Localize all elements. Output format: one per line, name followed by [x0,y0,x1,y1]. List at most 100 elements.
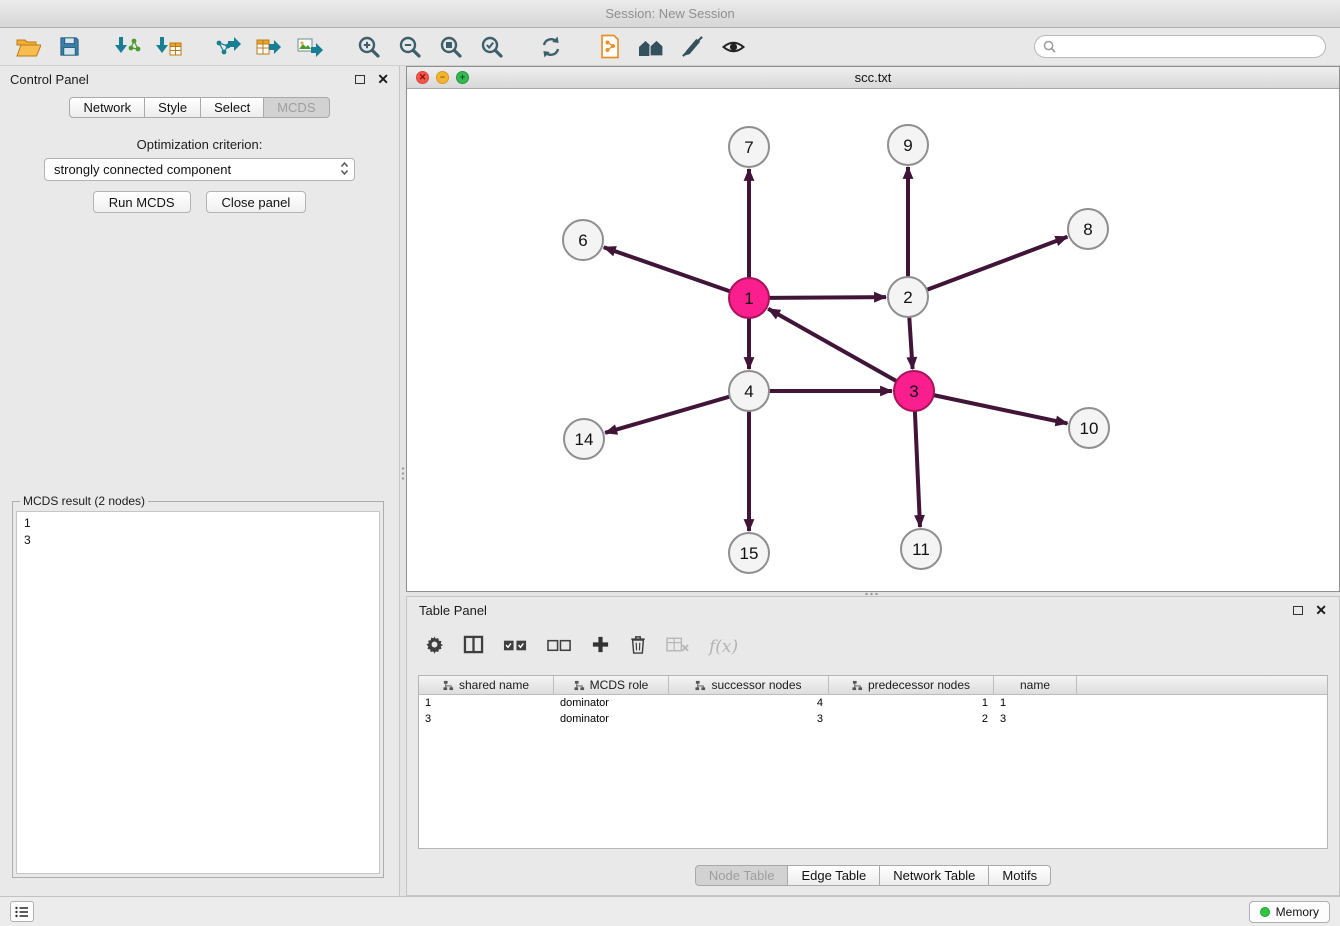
toolbar-separator [574,32,587,62]
table-cell[interactable]: dominator [554,695,669,711]
tab-node-table[interactable]: Node Table [695,865,789,886]
graph-edge-1-6[interactable] [604,247,730,291]
graph-node-10[interactable]: 10 [1069,408,1109,448]
graph-edge-2-8[interactable] [927,237,1068,290]
float-panel-icon[interactable] [1293,606,1303,615]
graph-edge-1-2[interactable] [769,297,886,298]
function-builder-button[interactable]: f(x) [709,637,738,657]
sort-icon [852,680,863,691]
graph-node-3[interactable]: 3 [894,371,934,411]
optimization-criterion-label: Optimization criterion: [0,137,399,152]
control-panel-title: Control Panel [10,72,89,87]
table-cell[interactable]: 1 [419,695,554,711]
splitter-grip[interactable] [401,466,405,480]
open-session-button[interactable] [10,32,46,62]
search-box[interactable] [1034,35,1326,58]
graph-node-8[interactable]: 8 [1068,209,1108,249]
graph-node-1[interactable]: 1 [729,278,769,318]
table-cell[interactable]: dominator [554,711,669,727]
graph-node-9[interactable]: 9 [888,125,928,165]
run-mcds-button[interactable]: Run MCDS [93,191,191,213]
column-header-successor-nodes[interactable]: successor nodes [669,676,829,695]
graph-node-4[interactable]: 4 [729,371,769,411]
table-row[interactable]: 1dominator411 [419,695,1327,711]
tab-style[interactable]: Style [145,97,201,118]
graph-node-7[interactable]: 7 [729,127,769,167]
column-header-shared-name[interactable]: shared name [419,676,554,695]
delete-table-button[interactable] [666,636,690,659]
column-header-name[interactable]: name [994,676,1077,695]
tab-network-table[interactable]: Network Table [880,865,989,886]
column-header-mcds-role[interactable]: MCDS role [554,676,669,695]
zoom-selected-button[interactable] [474,32,510,62]
table-cell[interactable]: 2 [829,711,994,727]
create-column-button[interactable] [591,635,610,659]
graph-node-2[interactable]: 2 [888,277,928,317]
close-window-icon[interactable]: ✕ [416,71,429,84]
first-neighbors-button[interactable] [633,32,669,62]
close-panel-button[interactable]: Close panel [206,191,307,213]
tab-network[interactable]: Network [69,97,145,118]
float-panel-icon[interactable] [355,75,365,84]
maximize-window-icon[interactable]: + [456,71,469,84]
import-network-button[interactable] [110,32,146,62]
optimization-criterion-dropdown[interactable]: strongly connected component [44,158,355,181]
delete-table-icon [666,636,690,654]
export-image-button[interactable] [292,32,328,62]
column-label: name [1020,678,1050,692]
status-bar: Memory [0,896,1340,926]
table-cell[interactable]: 3 [419,711,554,727]
table-cell[interactable]: 3 [669,711,829,727]
tab-mcds[interactable]: MCDS [264,97,329,118]
graph-node-14[interactable]: 14 [564,419,604,459]
graph-node-11[interactable]: 11 [901,529,941,569]
memory-button[interactable]: Memory [1249,901,1330,923]
graph-node-15[interactable]: 15 [729,533,769,573]
export-table-button[interactable] [251,32,287,62]
graph-edge-2-3[interactable] [909,317,912,369]
visibility-button[interactable] [715,32,751,62]
table-cell[interactable]: 1 [994,695,1077,711]
tab-edge-table[interactable]: Edge Table [788,865,880,886]
graph-edge-3-1[interactable] [768,309,896,381]
export-network-button[interactable] [210,32,246,62]
table-row[interactable]: 3dominator323 [419,711,1327,727]
minimize-window-icon[interactable]: − [436,71,449,84]
import-table-button[interactable] [151,32,187,62]
search-input[interactable] [1061,40,1317,54]
gear-icon [425,635,444,654]
tab-select[interactable]: Select [201,97,264,118]
close-panel-icon[interactable]: ✕ [1315,603,1327,617]
table-cell[interactable]: 1 [829,695,994,711]
graph-edge-3-10[interactable] [934,395,1068,423]
task-history-button[interactable] [10,901,34,922]
refresh-icon [539,35,563,59]
apply-layout-button[interactable] [533,32,569,62]
zoom-out-button[interactable] [392,32,428,62]
save-session-button[interactable] [51,32,87,62]
network-graph-canvas[interactable]: 7 9 6 8 1 2 4 3 14 10 15 11 [407,89,1339,591]
tab-motifs[interactable]: Motifs [989,865,1051,886]
delete-column-button[interactable] [629,634,647,660]
graph-node-label: 15 [740,544,759,563]
graph-edge-3-11[interactable] [915,411,920,527]
show-columns-button[interactable] [463,635,484,659]
network-window-titlebar[interactable]: ✕ − + scc.txt [407,67,1339,89]
table-settings-button[interactable] [425,635,444,659]
annotation-mode-button[interactable] [674,32,710,62]
memory-label: Memory [1276,905,1319,919]
zoom-in-button[interactable] [351,32,387,62]
network-document-button[interactable] [592,32,628,62]
column-header-predecessor-nodes[interactable]: predecessor nodes [829,676,994,695]
close-panel-icon[interactable]: ✕ [377,72,389,86]
mcds-result-list[interactable]: 13 [16,511,380,874]
graph-node-6[interactable]: 6 [563,220,603,260]
checked-boxes-icon [503,637,528,653]
control-panel-tabs: Network Style Select MCDS [0,97,399,118]
table-cell[interactable]: 4 [669,695,829,711]
table-cell[interactable]: 3 [994,711,1077,727]
zoom-fit-button[interactable] [433,32,469,62]
select-all-rows-button[interactable] [503,637,528,658]
deselect-all-rows-button[interactable] [547,637,572,658]
graph-edge-4-14[interactable] [605,397,730,433]
